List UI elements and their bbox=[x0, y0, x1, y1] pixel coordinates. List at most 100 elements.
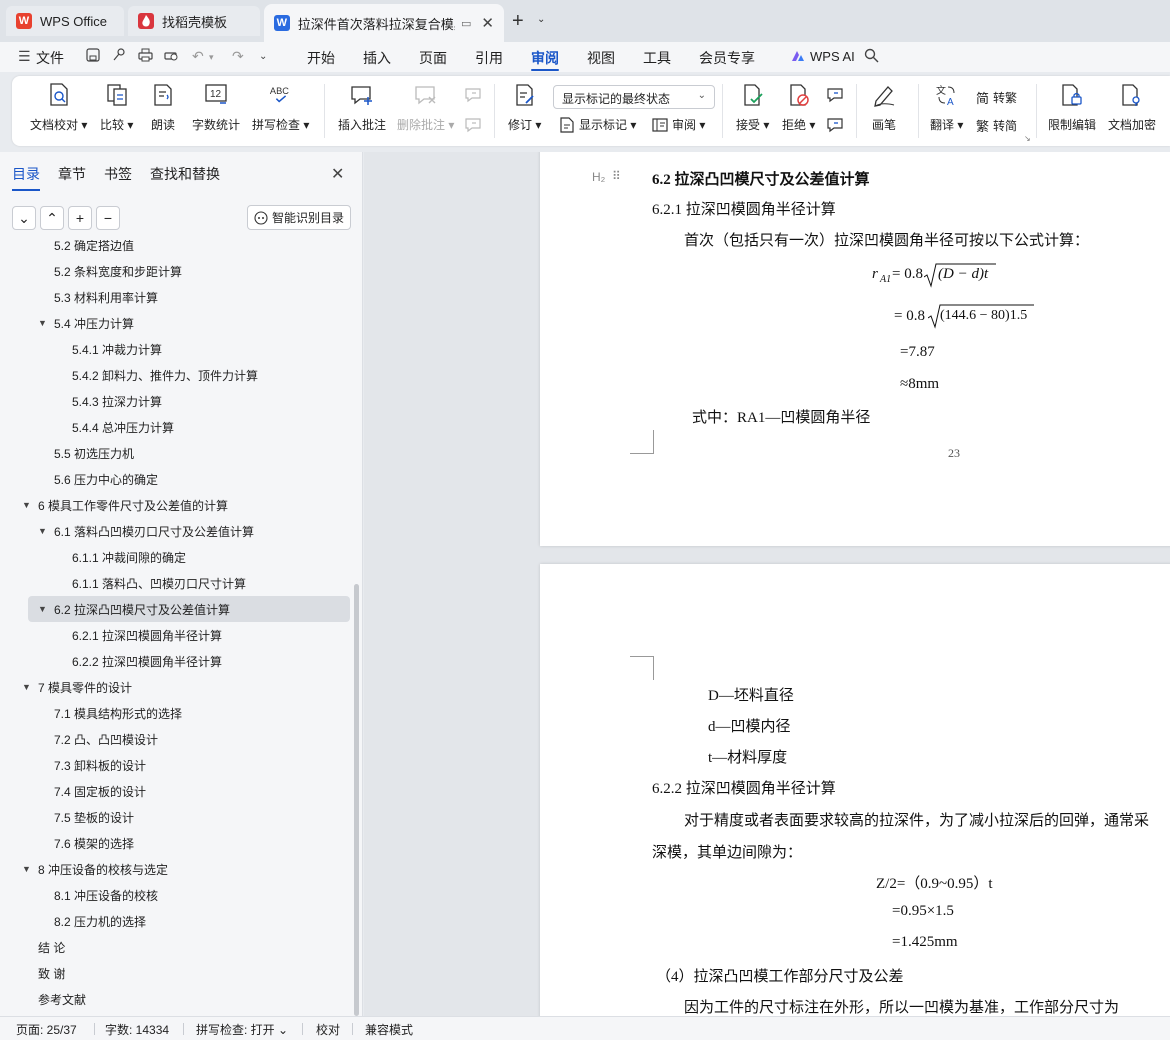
undo-dropdown-icon[interactable]: ▾ bbox=[209, 52, 214, 63]
toc-item[interactable]: 6.2.2 拉深凹模圆角半径计算 bbox=[0, 648, 350, 674]
toc-item[interactable]: 结 论 bbox=[0, 934, 350, 960]
page-indicator[interactable]: 页面: 25/37 bbox=[16, 1021, 77, 1038]
toc-item[interactable]: 8.2 压力机的选择 bbox=[0, 908, 350, 934]
read-aloud-button[interactable]: 朗读 bbox=[151, 82, 175, 133]
toc-item[interactable]: 7.2 凸、凸凹模设计 bbox=[0, 726, 350, 752]
encrypt-document-button[interactable]: 文档加密 bbox=[1108, 82, 1156, 133]
toc-item[interactable]: ▼ 7 模具零件的设计 bbox=[0, 674, 350, 700]
expand-arrow-icon[interactable]: ▼ bbox=[22, 864, 38, 874]
expand-down-button[interactable]: ⌄ bbox=[12, 206, 36, 230]
hamburger-icon[interactable]: ☰ bbox=[18, 48, 31, 65]
review-pane-button[interactable]: 审阅 ▾ bbox=[652, 116, 705, 133]
expand-arrow-icon[interactable]: ▼ bbox=[22, 682, 38, 692]
menu-file[interactable]: 文件 bbox=[36, 48, 64, 68]
previous-comment-icon[interactable] bbox=[464, 86, 484, 104]
toc-item[interactable]: 5.4.1 冲裁力计算 bbox=[0, 336, 350, 362]
delete-comment-button[interactable]: 删除批注 ▾ bbox=[397, 82, 454, 133]
toc-item[interactable]: 5.5 初选压力机 bbox=[0, 440, 350, 466]
proofread-button[interactable]: 文档校对 ▾ bbox=[30, 82, 87, 133]
previous-change-icon[interactable] bbox=[826, 86, 846, 104]
toc-item[interactable]: 7.5 垫板的设计 bbox=[0, 804, 350, 830]
toc-item[interactable]: 7.1 模具结构形式的选择 bbox=[0, 700, 350, 726]
word-count-button[interactable]: 12 字数统计 bbox=[192, 82, 240, 133]
word-count-indicator[interactable]: 字数: 14334 bbox=[105, 1021, 169, 1038]
menu-references[interactable]: 引用 bbox=[475, 48, 503, 68]
toc-item[interactable]: ▼ 6.1 落料凸凹模刃口尺寸及公差值计算 bbox=[0, 518, 350, 544]
tab-wps-office[interactable]: W WPS Office bbox=[6, 6, 124, 36]
undo-icon[interactable]: ↶ bbox=[192, 48, 204, 65]
toc-item[interactable]: 致 谢 bbox=[0, 960, 350, 986]
menu-page[interactable]: 页面 bbox=[419, 48, 447, 68]
proofread-indicator[interactable]: 校对 bbox=[316, 1021, 340, 1038]
menu-member[interactable]: 会员专享 bbox=[699, 48, 755, 68]
toc-item[interactable]: 5.4.4 总冲压力计算 bbox=[0, 414, 350, 440]
next-comment-icon[interactable] bbox=[464, 116, 484, 134]
toc-item[interactable]: 5.4.2 卸料力、推件力、顶件力计算 bbox=[0, 362, 350, 388]
next-change-icon[interactable] bbox=[826, 116, 846, 134]
wps-ai-icon[interactable] bbox=[790, 49, 806, 66]
toc-item[interactable]: 7.3 卸料板的设计 bbox=[0, 752, 350, 778]
remove-heading-button[interactable]: − bbox=[96, 206, 120, 230]
share-icon[interactable] bbox=[112, 48, 126, 65]
redo-icon[interactable]: ↷ bbox=[232, 48, 244, 65]
chevron-down-icon[interactable]: ⌄ bbox=[537, 14, 545, 25]
menu-home[interactable]: 开始 bbox=[307, 48, 335, 68]
spell-check-button[interactable]: ABC 拼写检查 ▾ bbox=[252, 82, 309, 133]
collapse-up-button[interactable]: ⌃ bbox=[40, 206, 64, 230]
dialog-launcher-icon[interactable]: ↘ bbox=[1024, 134, 1031, 143]
toc-item[interactable]: ▼ 6 模具工作零件尺寸及公差值的计算 bbox=[0, 492, 350, 518]
show-markup-button[interactable]: 显示标记 ▾ bbox=[559, 116, 636, 133]
add-heading-button[interactable]: + bbox=[68, 206, 92, 230]
toc-item[interactable]: ▼ 6.2 拉深凸凹模尺寸及公差值计算 bbox=[28, 596, 350, 622]
markup-state-select[interactable]: 显示标记的最终状态 ⌄ bbox=[553, 85, 715, 109]
pen-button[interactable]: 画笔 bbox=[872, 82, 896, 133]
to-simplified-button[interactable]: 繁 转简 bbox=[976, 116, 1017, 135]
toc-item[interactable]: 5.3 材料利用率计算 bbox=[0, 284, 350, 310]
toc-item[interactable]: 6.2.1 拉深凹模圆角半径计算 bbox=[0, 622, 350, 648]
reject-button[interactable]: 拒绝 ▾ bbox=[782, 82, 815, 133]
smart-toc-button[interactable]: 智能识别目录 bbox=[247, 205, 351, 230]
compare-button[interactable]: 比较 ▾ bbox=[100, 82, 133, 133]
tab-current-document[interactable]: W 拉深件首次落料拉深复合模具设 ▭ ✕ bbox=[264, 4, 504, 42]
toc-item[interactable]: ▼ 8 冲压设备的校核与选定 bbox=[0, 856, 350, 882]
tab-find-replace[interactable]: 查找和替换 bbox=[150, 164, 220, 184]
new-tab-icon[interactable]: + bbox=[512, 10, 524, 33]
expand-arrow-icon[interactable]: ▼ bbox=[38, 604, 54, 614]
tab-sections[interactable]: 章节 bbox=[58, 164, 86, 184]
tab-toc[interactable]: 目录 bbox=[12, 164, 40, 184]
search-icon[interactable] bbox=[864, 48, 879, 66]
toc-item[interactable]: 7.4 固定板的设计 bbox=[0, 778, 350, 804]
toc-item[interactable]: 参考文献 bbox=[0, 986, 350, 1012]
toc-item[interactable]: 6.1.1 落料凸、凹模刃口尺寸计算 bbox=[0, 570, 350, 596]
toc-item[interactable]: 5.6 压力中心的确定 bbox=[0, 466, 350, 492]
toc-item[interactable]: ▼ 5.4 冲压力计算 bbox=[0, 310, 350, 336]
spell-check-indicator[interactable]: 拼写检查: 打开 ⌄ bbox=[196, 1021, 288, 1038]
insert-comment-button[interactable]: 插入批注 bbox=[338, 82, 386, 133]
tab-docer-templates[interactable]: 找稻壳模板 bbox=[128, 6, 260, 36]
menu-tools[interactable]: 工具 bbox=[643, 48, 671, 68]
print-icon[interactable] bbox=[138, 48, 153, 65]
menu-wps-ai[interactable]: WPS AI bbox=[810, 49, 855, 64]
menu-review[interactable]: 审阅 bbox=[531, 48, 559, 68]
toc-item[interactable]: 8.1 冲压设备的校核 bbox=[0, 882, 350, 908]
menu-view[interactable]: 视图 bbox=[587, 48, 615, 68]
accept-button[interactable]: 接受 ▾ bbox=[736, 82, 769, 133]
tab-bookmarks[interactable]: 书签 bbox=[104, 164, 132, 184]
toc-item[interactable]: 5.2 条料宽度和步距计算 bbox=[0, 258, 350, 284]
toc-item[interactable]: 5.4.3 拉深力计算 bbox=[0, 388, 350, 414]
drag-handle-icon[interactable]: ⠿ bbox=[612, 169, 621, 183]
toc-scrollbar[interactable] bbox=[354, 584, 359, 1016]
close-tab-icon[interactable]: ✕ bbox=[481, 14, 494, 32]
to-traditional-button[interactable]: 简 转繁 bbox=[976, 88, 1017, 107]
toc-item[interactable]: 7.6 模架的选择 bbox=[0, 830, 350, 856]
expand-arrow-icon[interactable]: ▼ bbox=[22, 500, 38, 510]
expand-arrow-icon[interactable]: ▼ bbox=[38, 526, 54, 536]
more-chevron-icon[interactable]: ⌄ bbox=[259, 51, 267, 62]
menu-insert[interactable]: 插入 bbox=[363, 48, 391, 68]
print-preview-icon[interactable] bbox=[164, 48, 179, 65]
track-changes-button[interactable]: 修订 ▾ bbox=[508, 82, 541, 133]
translate-button[interactable]: 文A 翻译 ▾ bbox=[930, 82, 963, 133]
toc-item[interactable]: 6.1.1 冲裁间隙的确定 bbox=[0, 544, 350, 570]
close-pane-icon[interactable]: ✕ bbox=[331, 164, 344, 184]
save-icon[interactable] bbox=[86, 48, 100, 65]
